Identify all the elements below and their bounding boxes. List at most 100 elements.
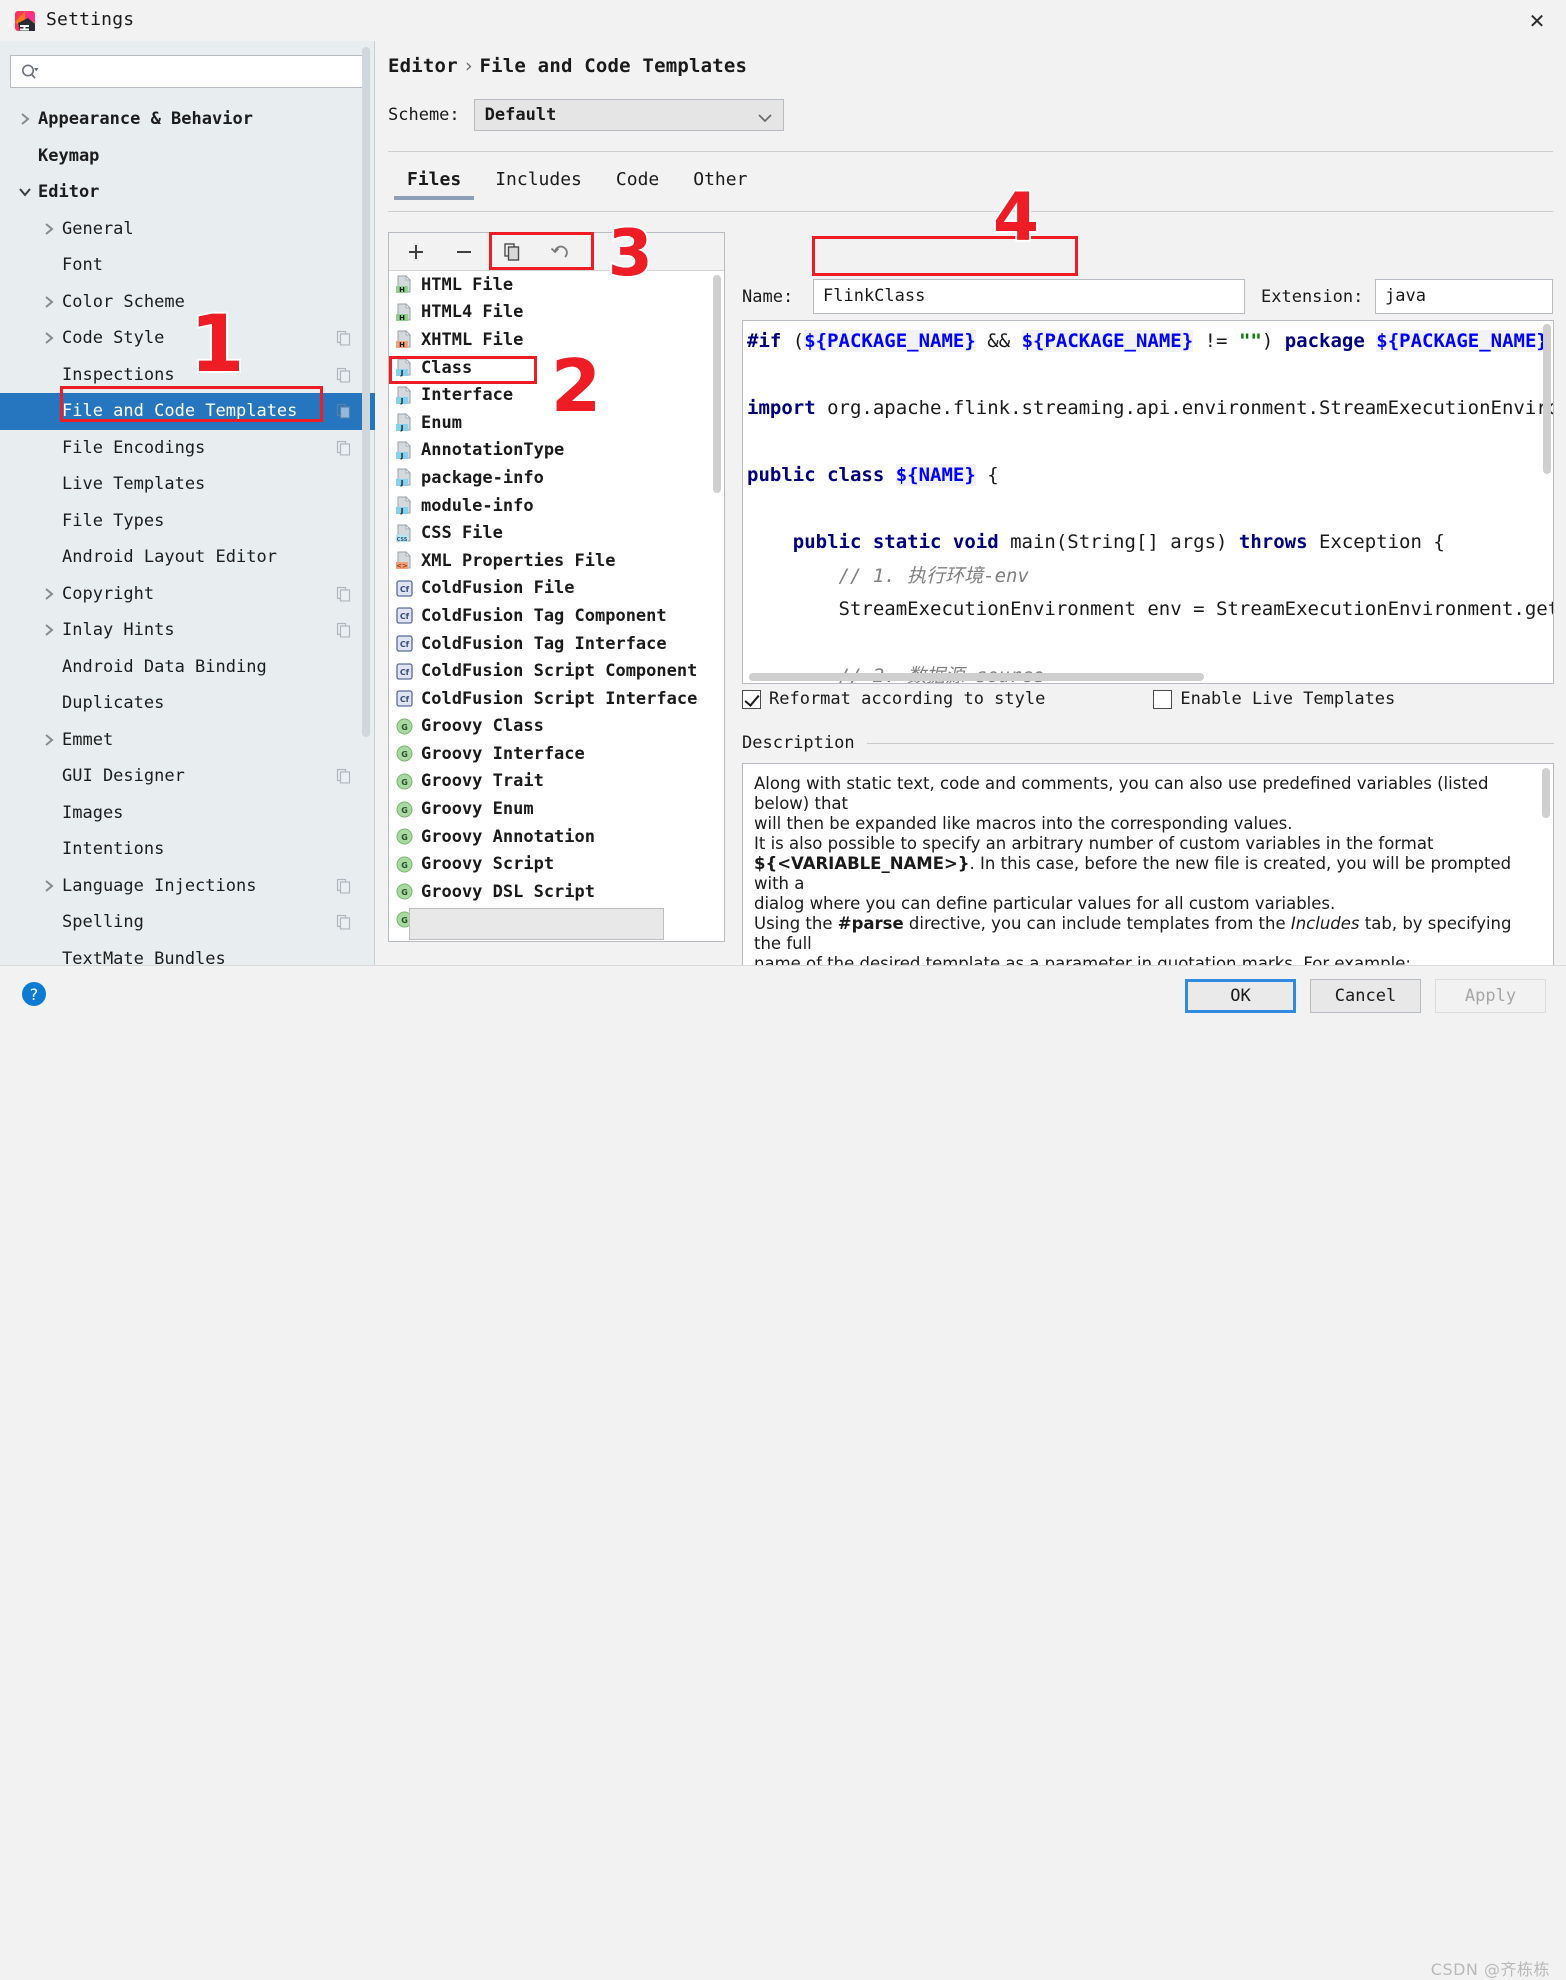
cancel-button[interactable]: Cancel (1310, 979, 1421, 1013)
copy-settings-icon[interactable] (336, 404, 351, 419)
copy-settings-icon[interactable] (336, 769, 351, 784)
sidebar-item-gui-designer[interactable]: GUI Designer (0, 758, 375, 795)
sidebar-item-textmate-bundles[interactable]: TextMate Bundles (0, 941, 375, 965)
search-input[interactable] (40, 57, 364, 86)
template-list-item[interactable]: CSS CSS File (389, 519, 724, 547)
sidebar-item-editor[interactable]: Editor (0, 174, 375, 211)
sidebar-item-general[interactable]: General (0, 211, 375, 248)
template-list-item-label: Groovy Interface (421, 743, 585, 764)
editor-vertical-scrollbar[interactable] (1543, 324, 1551, 474)
template-list-item[interactable]: Cf ColdFusion Script Component (389, 657, 724, 685)
sidebar-item-file-and-code-templates[interactable]: File and Code Templates (0, 393, 375, 430)
sidebar-item-spelling[interactable]: Spelling (0, 904, 375, 941)
copy-settings-icon[interactable] (336, 878, 351, 894)
template-list-item[interactable]: H HTML4 File (389, 299, 724, 327)
copy-settings-icon[interactable] (336, 331, 351, 346)
chevron-right-icon[interactable] (42, 587, 56, 601)
template-name-input[interactable]: FlinkClass (813, 279, 1245, 314)
tab-files[interactable]: Files (390, 163, 478, 200)
chevron-right-icon[interactable] (42, 733, 56, 747)
template-list-item[interactable]: Cf ColdFusion Tag Interface (389, 630, 724, 658)
ok-button[interactable]: OK (1185, 979, 1296, 1013)
chevron-right-icon[interactable] (18, 112, 32, 126)
breadcrumb-parent[interactable]: Editor (388, 55, 458, 77)
template-list-toolbar (389, 233, 724, 271)
sidebar-item-duplicates[interactable]: Duplicates (0, 685, 375, 722)
copy-settings-icon[interactable] (336, 367, 351, 383)
template-list-item[interactable]: G Groovy Enum (389, 795, 724, 823)
reset-template-button[interactable] (547, 240, 573, 264)
template-list-item[interactable]: H HTML File (389, 271, 724, 299)
add-template-button[interactable] (403, 240, 429, 264)
template-list-item[interactable]: G Groovy Interface (389, 740, 724, 768)
template-list-item[interactable]: G Groovy Annotation (389, 823, 724, 851)
template-code-editor[interactable]: #if (${PACKAGE_NAME} && ${PACKAGE_NAME} … (742, 320, 1554, 684)
template-list-item[interactable]: J Class (389, 354, 724, 382)
search-box[interactable] (10, 55, 365, 88)
tab-other[interactable]: Other (676, 163, 764, 200)
chevron-right-icon[interactable] (42, 879, 56, 893)
sidebar-item-live-templates[interactable]: Live Templates (0, 466, 375, 503)
settings-tree[interactable]: Appearance & Behavior Keymap Editor General… (0, 101, 375, 965)
template-list-item[interactable]: Cf ColdFusion File (389, 575, 724, 603)
template-list-item[interactable]: J Enum (389, 409, 724, 437)
copy-settings-icon[interactable] (336, 623, 351, 638)
template-tabs[interactable]: Files Includes Code Other (390, 163, 764, 200)
sidebar-item-file-encodings[interactable]: File Encodings (0, 430, 375, 467)
template-list-item[interactable]: Jpackage-info (389, 464, 724, 492)
template-list-item[interactable]: G Groovy Trait (389, 768, 724, 796)
template-list-scrollbar[interactable] (713, 275, 721, 493)
copy-settings-icon[interactable] (336, 440, 351, 456)
chevron-right-icon[interactable] (42, 331, 56, 345)
sidebar-item-images[interactable]: Images (0, 795, 375, 832)
sidebar-item-keymap[interactable]: Keymap (0, 138, 375, 175)
template-list-item[interactable]: H XHTML File (389, 326, 724, 354)
template-list-item[interactable]: J Interface (389, 381, 724, 409)
copy-template-button[interactable] (499, 240, 525, 264)
sidebar-item-font[interactable]: Font (0, 247, 375, 284)
tab-code[interactable]: Code (599, 163, 676, 200)
chevron-right-icon[interactable] (42, 295, 56, 309)
sidebar-item-language-injections[interactable]: Language Injections (0, 868, 375, 905)
sidebar-scrollbar[interactable] (362, 47, 370, 737)
copy-settings-icon[interactable] (336, 586, 351, 602)
enable-live-templates-checkbox[interactable]: Enable Live Templates (1153, 689, 1395, 709)
template-list-item[interactable]: G Groovy Script (389, 850, 724, 878)
scheme-label: Scheme: (388, 105, 460, 125)
description-scrollbar[interactable] (1542, 768, 1550, 818)
copy-settings-icon[interactable] (336, 915, 351, 930)
template-list-item[interactable]: Jmodule-info (389, 492, 724, 520)
template-list-item[interactable]: Cf ColdFusion Script Interface (389, 685, 724, 713)
editor-horizontal-scrollbar[interactable] (749, 673, 1204, 681)
chevron-down-icon[interactable] (18, 185, 32, 199)
remove-template-button[interactable] (451, 240, 477, 264)
sidebar-item-android-layout-editor[interactable]: Android Layout Editor (0, 539, 375, 576)
chevron-right-icon[interactable] (42, 623, 56, 637)
svg-text:Cf: Cf (400, 668, 410, 677)
html-file-icon: H (395, 275, 414, 294)
template-list[interactable]: H HTML File H HTML4 File H XHTML File J Class J I… (389, 271, 724, 941)
template-list-item[interactable]: J AnnotationType (389, 437, 724, 465)
template-list-item[interactable]: <> XML Properties File (389, 547, 724, 575)
sidebar-item-copyright[interactable]: Copyright (0, 576, 375, 613)
sidebar-item-color-scheme[interactable]: Color Scheme (0, 284, 375, 321)
sidebar-item-inlay-hints[interactable]: Inlay Hints (0, 612, 375, 649)
tab-includes[interactable]: Includes (478, 163, 599, 200)
template-list-item[interactable]: Cf ColdFusion Tag Component (389, 602, 724, 630)
help-icon[interactable]: ? (20, 980, 48, 1008)
scheme-dropdown[interactable]: Default (473, 99, 784, 131)
reformat-according-to-style-checkbox[interactable]: Reformat according to style (742, 689, 1045, 709)
sidebar-item-android-data-binding[interactable]: Android Data Binding (0, 649, 375, 686)
close-icon[interactable]: ✕ (1524, 8, 1550, 34)
sidebar-item-intentions[interactable]: Intentions (0, 831, 375, 868)
sidebar-item-inspections[interactable]: Inspections (0, 357, 375, 394)
sidebar-item-appearance-behavior[interactable]: Appearance & Behavior (0, 101, 375, 138)
template-list-item[interactable]: G Groovy DSL Script (389, 878, 724, 906)
template-list-item[interactable]: G Groovy Class (389, 713, 724, 741)
sidebar-item-file-types[interactable]: File Types (0, 503, 375, 540)
sidebar-item-code-style[interactable]: Code Style (0, 320, 375, 357)
chevron-right-icon[interactable] (42, 222, 56, 236)
sidebar-item-emmet[interactable]: Emmet (0, 722, 375, 759)
template-extension-input[interactable]: java (1375, 279, 1553, 314)
